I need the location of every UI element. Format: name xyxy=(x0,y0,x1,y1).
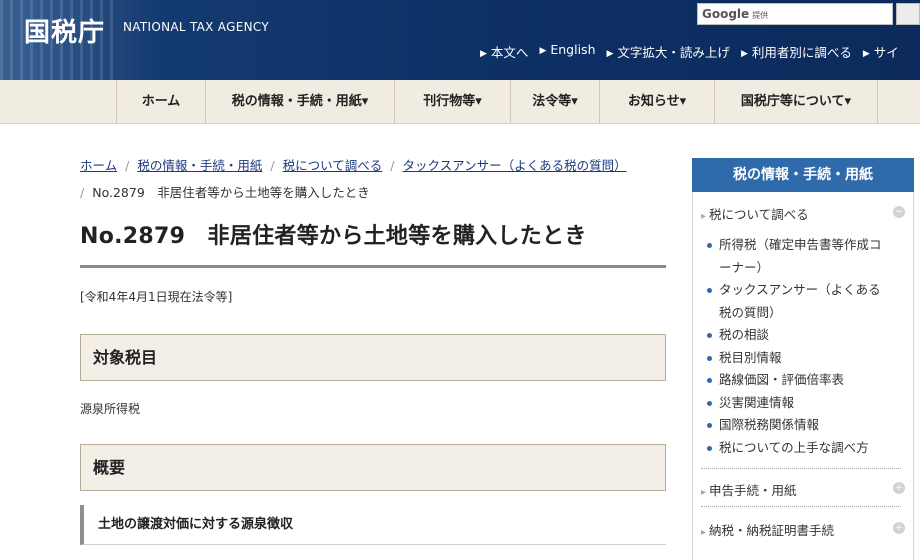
sidebar-group-filing[interactable]: 申告手続・用紙 xyxy=(701,480,901,499)
breadcrumb-home[interactable]: ホーム xyxy=(80,158,117,173)
breadcrumb-separator: / xyxy=(390,158,395,173)
sidebar-item-tax-answer[interactable]: タックスアンサー（よくある税の質問） xyxy=(705,279,885,324)
google-brand: Google xyxy=(702,7,750,21)
site-header: 国税庁 NATIONAL TAX AGENCY Google提供 本文へ Eng… xyxy=(0,0,920,80)
breadcrumb-separator: / xyxy=(125,158,130,173)
sidebar-item-route-price[interactable]: 路線価図・評価倍率表 xyxy=(705,369,885,392)
nav-tax-info[interactable]: 税の情報・手続・用紙▾ xyxy=(205,80,394,123)
sidebar-list: 所得税（確定申告書等作成コーナー） タックスアンサー（よくある税の質問） 税の相… xyxy=(705,234,885,459)
breadcrumb-current: No.2879 非居住者等から土地等を購入したとき xyxy=(92,185,370,200)
nav-home[interactable]: ホーム xyxy=(116,80,205,123)
site-logo[interactable]: 国税庁 xyxy=(24,12,105,49)
sidebar-item-by-tax-type[interactable]: 税目別情報 xyxy=(705,347,885,370)
sidebar-divider xyxy=(701,468,901,469)
search-input[interactable] xyxy=(768,5,888,23)
page-title: No.2879 非居住者等から土地等を購入したとき xyxy=(80,224,587,249)
sidebar-divider xyxy=(701,506,901,507)
collapse-icon[interactable]: − xyxy=(893,206,905,218)
breadcrumb: ホーム / 税の情報・手続・用紙 / 税について調べる / タックスアンサー（よくある税の質… xyxy=(80,152,670,206)
link-sitemap[interactable]: サイ xyxy=(863,42,899,61)
search-provider-sub: 提供 xyxy=(752,11,769,20)
sidebar-heading[interactable]: 税の情報・手続・用紙 xyxy=(692,158,914,192)
link-skip-to-main[interactable]: 本文へ xyxy=(480,42,529,61)
sidebar-group-research[interactable]: 税について調べる xyxy=(701,204,901,223)
breadcrumb-separator: / xyxy=(80,185,85,200)
title-divider xyxy=(80,265,666,268)
expand-icon[interactable]: + xyxy=(893,482,905,494)
breadcrumb-separator: / xyxy=(270,158,275,173)
link-by-user-type[interactable]: 利用者別に調べる xyxy=(741,42,852,61)
sidebar-group-label: 納税・納税証明書手続 xyxy=(709,523,835,538)
section-heading-overview: 概要 xyxy=(80,444,666,491)
sidebar-group-payment[interactable]: 納税・納税証明書手続 xyxy=(701,520,901,539)
breadcrumb-research[interactable]: 税について調べる xyxy=(283,158,383,173)
target-tax-text: 源泉所得税 xyxy=(80,402,141,416)
sidebar-item-how-to-search[interactable]: 税についての上手な調べ方 xyxy=(705,437,885,460)
sidebar-item-income-tax[interactable]: 所得税（確定申告書等作成コーナー） xyxy=(705,234,885,279)
subsection-heading: 土地の譲渡対価に対する源泉徴収 xyxy=(80,505,666,545)
search-box[interactable]: Google 提供 xyxy=(697,3,893,25)
breadcrumb-tax-answer[interactable]: タックスアンサー（よくある税の質問） xyxy=(402,158,626,173)
breadcrumb-tax-info[interactable]: 税の情報・手続・用紙 xyxy=(137,158,262,173)
nav-laws[interactable]: 法令等▾ xyxy=(510,80,599,123)
sidebar-item-international[interactable]: 国際税務関係情報 xyxy=(705,414,885,437)
sidebar-group-label: 申告手続・用紙 xyxy=(709,483,797,498)
law-date-note: [令和4年4月1日現在法令等] xyxy=(80,290,233,304)
sidebar-panel: 税について調べる − 所得税（確定申告書等作成コーナー） タックスアンサー（よく… xyxy=(692,192,914,560)
expand-icon[interactable]: + xyxy=(893,522,905,534)
link-english[interactable]: English xyxy=(539,42,595,61)
search-button[interactable] xyxy=(896,3,920,25)
link-text-size-readaloud[interactable]: 文字拡大・読み上げ xyxy=(607,42,730,61)
site-logo-english[interactable]: NATIONAL TAX AGENCY xyxy=(123,20,269,34)
utility-links: 本文へ English 文字拡大・読み上げ 利用者別に調べる サイ xyxy=(480,42,910,61)
search-provider: Google 提供 xyxy=(702,7,768,21)
nav-about[interactable]: 国税庁等について▾ xyxy=(714,80,878,123)
sidebar-group-label: 税について調べる xyxy=(709,207,809,222)
nav-publications[interactable]: 刊行物等▾ xyxy=(394,80,510,123)
nav-notices[interactable]: お知らせ▾ xyxy=(599,80,714,123)
sidebar-item-consultation[interactable]: 税の相談 xyxy=(705,324,885,347)
global-nav: ホーム 税の情報・手続・用紙▾ 刊行物等▾ 法令等▾ お知らせ▾ 国税庁等につい… xyxy=(0,80,920,124)
section-heading-target-tax: 対象税目 xyxy=(80,334,666,381)
sidebar-item-disaster[interactable]: 災害関連情報 xyxy=(705,392,885,415)
